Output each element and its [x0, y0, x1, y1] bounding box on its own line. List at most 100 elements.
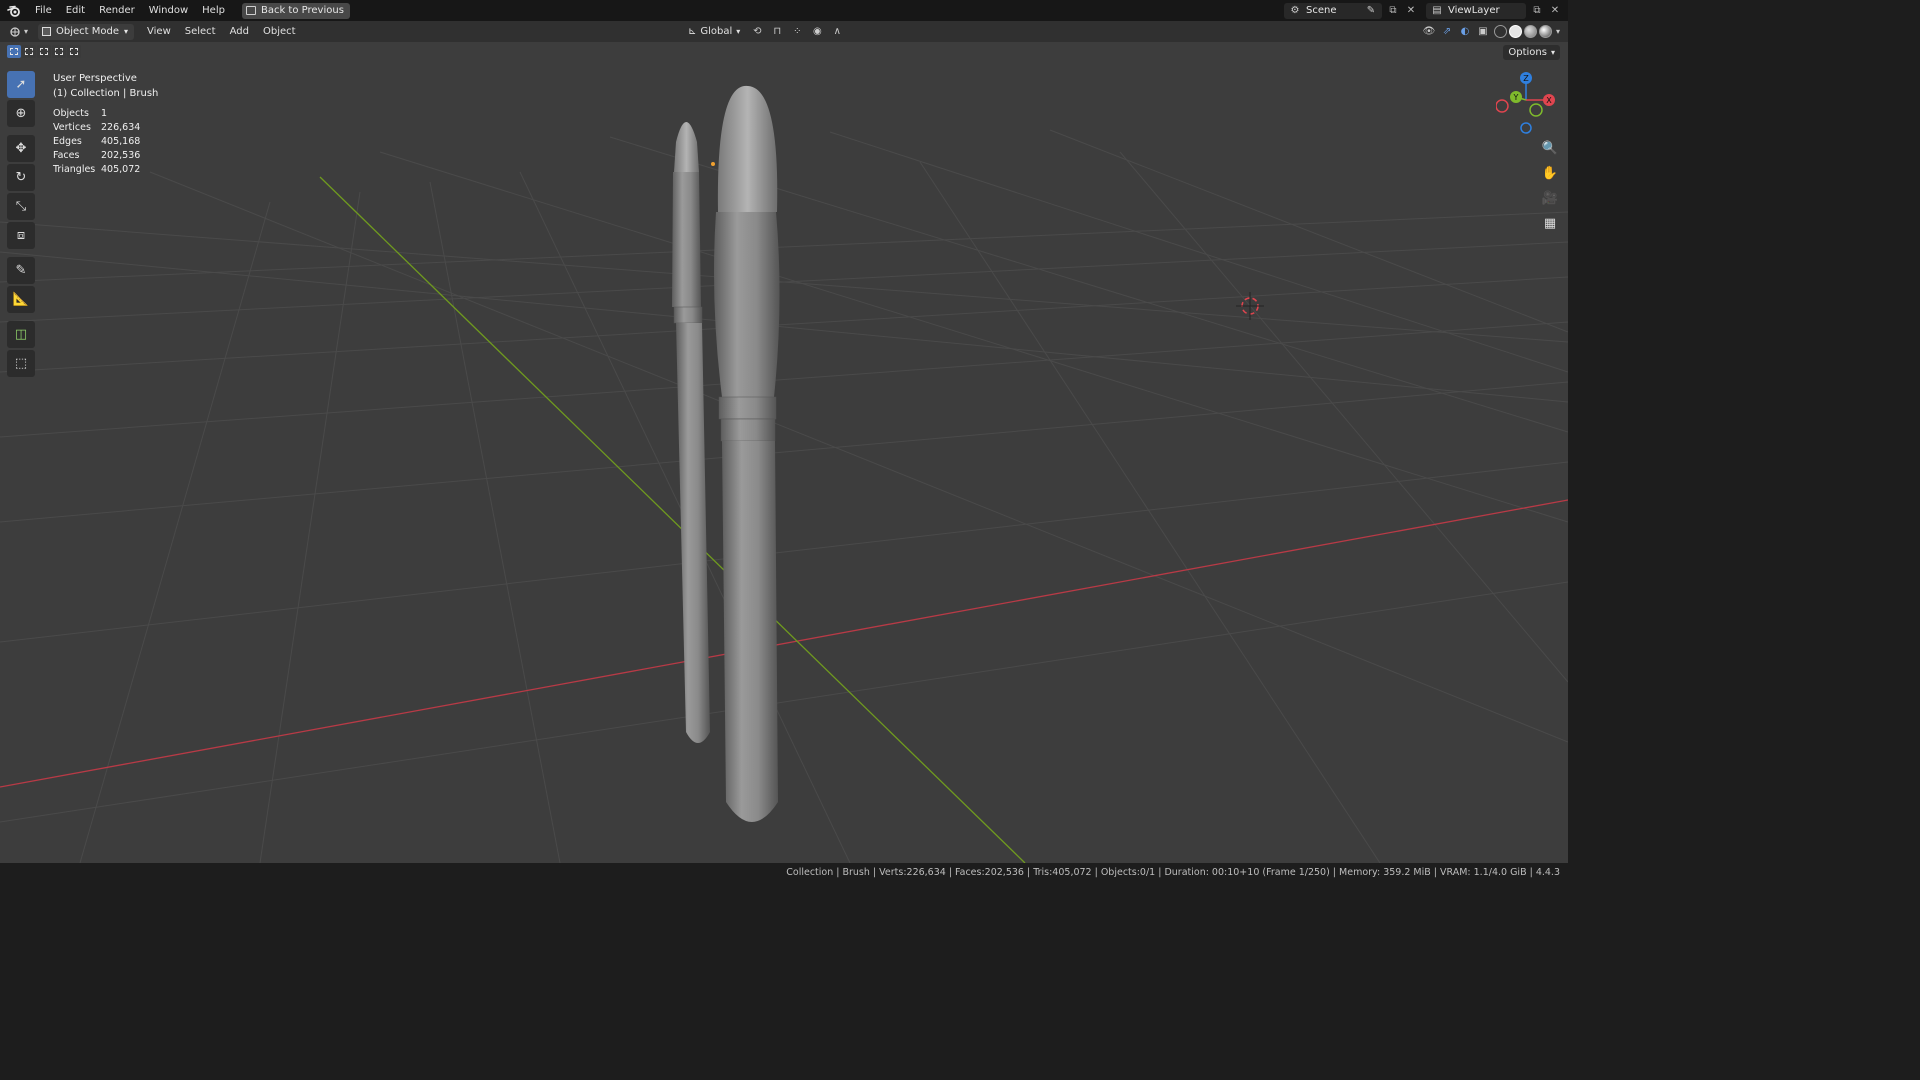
- viewport-header: ▾ Object Mode ▾ View Select Add Object ⊾…: [0, 21, 1568, 42]
- xray-icon[interactable]: ▣: [1476, 25, 1490, 39]
- falloff-icon[interactable]: ∧: [830, 25, 844, 39]
- stat-value: 226,634: [101, 122, 141, 133]
- stat-label: Faces: [53, 150, 80, 161]
- orientation-label: Global: [700, 26, 733, 37]
- pin-icon[interactable]: ✎: [1365, 5, 1377, 17]
- gizmo-toggle-icon[interactable]: ⇗: [1440, 25, 1454, 39]
- measure-tool-icon[interactable]: 📐: [7, 286, 35, 313]
- object-mode-icon: [42, 27, 51, 36]
- pivot-point-icon[interactable]: ⟲: [750, 25, 764, 39]
- tool-shelf: ➚ ⊕ ✥ ↻ ⤡ ⧈ ✎ 📐 ◫ ⬚: [7, 71, 37, 379]
- delete-view-layer-icon[interactable]: ✕: [1548, 4, 1562, 18]
- back-to-previous-button[interactable]: Back to Previous: [241, 2, 350, 19]
- stat-value: 202,536: [101, 150, 141, 161]
- new-view-layer-icon[interactable]: ⧉: [1530, 4, 1544, 18]
- select-invert-icon[interactable]: [52, 45, 66, 58]
- options-dropdown[interactable]: Options ▾: [1503, 45, 1560, 60]
- snap-target-icon[interactable]: ⁘: [790, 25, 804, 39]
- add-cube-tool-icon[interactable]: ◫: [7, 321, 35, 348]
- stat-value: 405,168: [101, 136, 141, 147]
- chevron-down-icon: ▾: [24, 27, 29, 36]
- stat-label: Objects: [53, 108, 89, 119]
- move-tool-icon[interactable]: ✥: [7, 135, 35, 162]
- snap-icon[interactable]: ⊓: [770, 25, 784, 39]
- 3d-cursor-icon[interactable]: [1236, 292, 1264, 320]
- gizmo-z-label: Z: [1523, 74, 1529, 83]
- grid-lines: [0, 129, 1568, 863]
- 3d-viewport[interactable]: ➚ ⊕ ✥ ↻ ⤡ ⧈ ✎ 📐 ◫ ⬚ User Perspective (1)…: [0, 42, 1568, 863]
- menu-file[interactable]: File: [28, 0, 59, 21]
- status-bar: Collection | Brush | Verts:226,634 | Fac…: [0, 863, 1568, 882]
- menu-render[interactable]: Render: [92, 0, 142, 21]
- ortho-toggle-icon[interactable]: ▦: [1540, 213, 1560, 233]
- extrude-tool-icon[interactable]: ⬚: [7, 350, 35, 377]
- stat-row: Triangles 405,072: [53, 163, 140, 177]
- select-box-tool-icon[interactable]: ➚: [7, 71, 35, 98]
- rendered-shading-icon[interactable]: [1538, 25, 1552, 38]
- blender-logo-icon[interactable]: [6, 3, 22, 19]
- annotate-tool-icon[interactable]: ✎: [7, 257, 35, 284]
- view-layer-selector[interactable]: ▤ ViewLayer: [1426, 2, 1526, 19]
- stat-label: Edges: [53, 136, 82, 147]
- gizmo-y-label: Y: [1513, 93, 1519, 102]
- transform-tools: ⊾ Global ▾ ⟲ ⊓ ⁘ ◉ ∧: [684, 23, 844, 40]
- gizmo-x-label: X: [1546, 96, 1552, 105]
- menu-select[interactable]: Select: [178, 26, 223, 37]
- back-to-previous-label: Back to Previous: [260, 5, 344, 16]
- gizmo-neg-z-icon[interactable]: [1520, 122, 1532, 134]
- x-axis-line: [0, 499, 1568, 788]
- menu-view[interactable]: View: [140, 26, 178, 37]
- stat-row: Edges 405,168: [53, 135, 140, 149]
- viewport-display-tools: 👁 ⇗ ◐ ▣ ▾: [1422, 23, 1560, 40]
- collection-info-label: (1) Collection | Brush: [53, 88, 159, 99]
- wireframe-shading-icon[interactable]: [1493, 25, 1507, 38]
- overlays-icon[interactable]: ◐: [1458, 25, 1472, 39]
- navigation-buttons: 🔍 ✋ 🎥 ▦: [1540, 138, 1560, 233]
- pan-hand-icon[interactable]: ✋: [1540, 163, 1560, 183]
- gizmo-neg-x-icon[interactable]: [1496, 99, 1509, 113]
- chevron-down-icon: ▾: [736, 27, 741, 36]
- view-layer-name: ViewLayer: [1448, 5, 1500, 16]
- new-scene-icon[interactable]: ⧉: [1386, 4, 1400, 18]
- menu-add[interactable]: Add: [223, 26, 256, 37]
- select-new-icon[interactable]: [7, 45, 21, 58]
- orientation-axes-icon: ⊾: [688, 26, 697, 37]
- select-subtract-icon[interactable]: [37, 45, 51, 58]
- stat-row: Faces 202,536: [53, 149, 140, 163]
- transform-orientation-dropdown[interactable]: ⊾ Global ▾: [684, 23, 744, 40]
- menu-help[interactable]: Help: [195, 0, 232, 21]
- stat-row: Objects 1: [53, 107, 140, 121]
- view-layer-icon: ▤: [1432, 5, 1442, 16]
- select-intersect-icon[interactable]: [67, 45, 81, 58]
- chevron-down-icon[interactable]: ▾: [1556, 27, 1560, 36]
- visibility-icon[interactable]: 👁: [1422, 25, 1436, 39]
- transform-tool-icon[interactable]: ⧈: [7, 222, 35, 249]
- stat-value: 405,072: [101, 164, 141, 175]
- statistics-overlay: Objects 1 Vertices 226,634 Edges 405,168 Fa…: [53, 107, 140, 177]
- small-brush-model[interactable]: [672, 122, 710, 743]
- camera-view-icon[interactable]: 🎥: [1540, 188, 1560, 208]
- menu-object[interactable]: Object: [256, 26, 303, 37]
- rotate-tool-icon[interactable]: ↻: [7, 164, 35, 191]
- editor-type-selector[interactable]: ▾: [8, 24, 34, 40]
- solid-shading-icon[interactable]: [1508, 25, 1522, 38]
- gizmo-neg-y-icon[interactable]: [1529, 103, 1543, 117]
- material-preview-icon[interactable]: [1523, 25, 1537, 38]
- viewport-grid: [0, 85, 1568, 863]
- top-right-controls: ⚙ Scene ✎ ⧉ ✕ ▤ ViewLayer ⧉ ✕: [1284, 0, 1568, 21]
- select-extend-icon[interactable]: [22, 45, 36, 58]
- scale-tool-icon[interactable]: ⤡: [7, 193, 35, 220]
- options-label: Options: [1508, 47, 1547, 58]
- menu-window[interactable]: Window: [142, 0, 195, 21]
- scene-icon: ⚙: [1290, 5, 1300, 16]
- cursor-tool-icon[interactable]: ⊕: [7, 100, 35, 127]
- menu-edit[interactable]: Edit: [59, 0, 92, 21]
- top-menu-bar: File Edit Render Window Help Back to Pre…: [0, 0, 1568, 21]
- navigation-gizmo[interactable]: Z X Y: [1496, 70, 1556, 134]
- delete-scene-icon[interactable]: ✕: [1404, 4, 1418, 18]
- proportional-editing-icon[interactable]: ◉: [810, 25, 824, 39]
- object-mode-label: Object Mode: [56, 26, 119, 37]
- zoom-icon[interactable]: 🔍: [1540, 138, 1560, 158]
- scene-selector[interactable]: ⚙ Scene ✎: [1284, 2, 1382, 19]
- object-mode-dropdown[interactable]: Object Mode ▾: [38, 23, 135, 40]
